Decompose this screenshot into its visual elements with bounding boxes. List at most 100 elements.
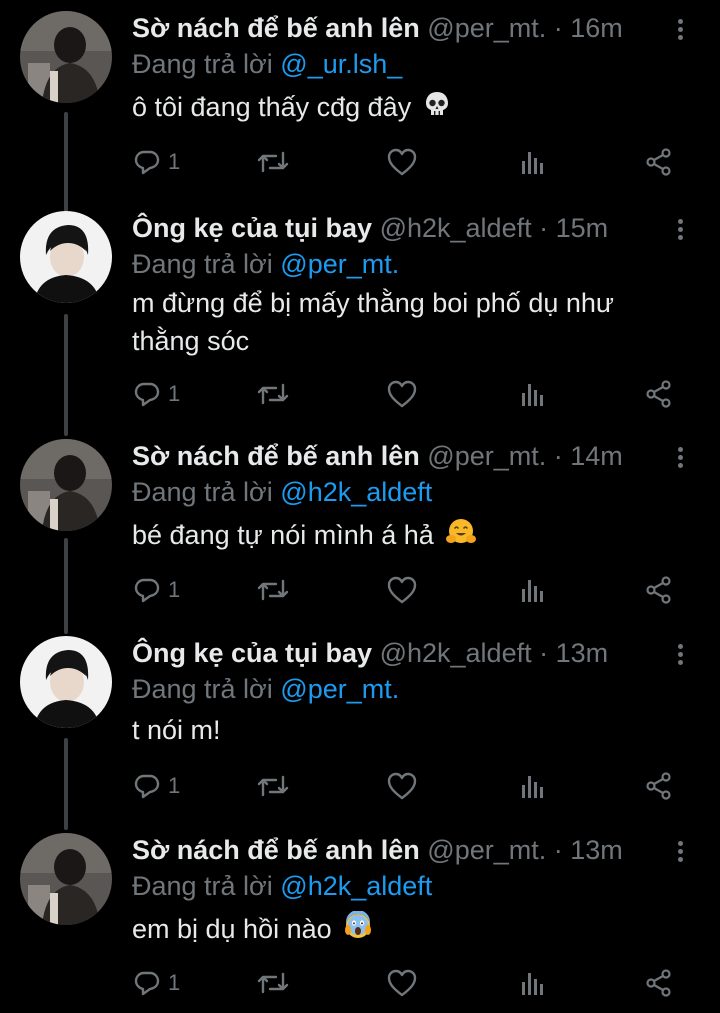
replying-prefix: Đang trả lời — [132, 49, 273, 79]
share-icon — [646, 576, 671, 604]
display-name[interactable]: Sờ nách để bế anh lên — [132, 835, 420, 865]
views-icon — [522, 152, 543, 174]
tweet[interactable]: Sờ nách để bế anh lên @per_mt. · 16m Đan… — [0, 0, 720, 205]
tweet-text-content: em bị dụ hồi nào — [132, 914, 332, 944]
share-icon — [646, 969, 671, 997]
tweet-text-content: m đừng để bị mấy thằng boi phố dụ như th… — [132, 288, 614, 356]
replying-to: Đang trả lời @per_mt. — [132, 246, 399, 282]
retweet-icon — [257, 579, 289, 601]
mention-link[interactable]: @h2k_aldeft — [280, 871, 432, 901]
tweet-actions: 1 — [132, 963, 692, 1003]
user-handle[interactable]: @per_mt. — [427, 835, 546, 865]
tweet-header: Sờ nách để bế anh lên @per_mt. · 14m — [132, 438, 662, 474]
reply-button[interactable]: 1 — [132, 570, 180, 610]
like-icon — [387, 576, 417, 604]
user-handle[interactable]: @h2k_aldeft — [380, 213, 532, 243]
tweet-text: ô tôi đang thấy cđg đây — [132, 88, 692, 128]
mention-link[interactable]: @_ur.lsh_ — [280, 49, 402, 79]
display-name[interactable]: Sờ nách để bế anh lên — [132, 13, 420, 43]
display-name[interactable]: Ông kẹ của tụi bay — [132, 638, 372, 668]
share-button[interactable] — [644, 142, 674, 182]
like-button[interactable] — [386, 963, 418, 1003]
tweet[interactable]: Sờ nách để bế anh lên @per_mt. · 14m Đan… — [0, 428, 720, 628]
avatar[interactable] — [20, 636, 112, 728]
display-name[interactable]: Ông kẹ của tụi bay — [132, 213, 372, 243]
reply-button[interactable]: 1 — [132, 963, 180, 1003]
views-button[interactable] — [518, 766, 546, 806]
views-button[interactable] — [518, 570, 546, 610]
display-name[interactable]: Sờ nách để bế anh lên — [132, 441, 420, 471]
tweet-text-content: bé đang tự nói mình á hả — [132, 520, 434, 550]
timestamp[interactable]: 13m — [556, 638, 609, 668]
more-options-icon[interactable] — [668, 444, 692, 474]
retweet-button[interactable] — [256, 963, 290, 1003]
tweet-actions: 1 — [132, 570, 692, 610]
tweet[interactable]: Ông kẹ của tụi bay @h2k_aldeft · 15m Đan… — [0, 200, 720, 430]
tweet-actions: 1 — [132, 142, 692, 182]
retweet-icon — [257, 383, 289, 405]
retweet-button[interactable] — [256, 766, 290, 806]
like-button[interactable] — [386, 374, 418, 414]
tweet[interactable]: Ông kẹ của tụi bay @h2k_aldeft · 13m Đan… — [0, 625, 720, 825]
share-button[interactable] — [644, 570, 674, 610]
user-handle[interactable]: @h2k_aldeft — [380, 638, 532, 668]
reply-count: 1 — [168, 773, 181, 798]
replying-prefix: Đang trả lời — [132, 674, 273, 704]
like-button[interactable] — [386, 570, 418, 610]
user-handle[interactable]: @per_mt. — [427, 13, 546, 43]
like-icon — [387, 148, 417, 176]
mention-link[interactable]: @h2k_aldeft — [280, 477, 432, 507]
like-button[interactable] — [386, 142, 418, 182]
reply-icon — [134, 774, 160, 799]
replying-to: Đang trả lời @h2k_aldeft — [132, 474, 432, 510]
reply-button[interactable]: 1 — [132, 766, 180, 806]
more-options-icon[interactable] — [668, 216, 692, 246]
replying-prefix: Đang trả lời — [132, 477, 273, 507]
reply-button[interactable]: 1 — [132, 374, 180, 414]
retweet-button[interactable] — [256, 570, 290, 610]
views-button[interactable] — [518, 374, 546, 414]
timestamp[interactable]: 13m — [570, 835, 623, 865]
tweet-actions: 1 — [132, 374, 692, 414]
mention-link[interactable]: @per_mt. — [280, 249, 399, 279]
tweet-text: em bị dụ hồi nào — [132, 909, 692, 951]
views-icon — [522, 580, 543, 602]
reply-button[interactable]: 1 — [132, 142, 180, 182]
timestamp[interactable]: 15m — [556, 213, 609, 243]
retweet-button[interactable] — [256, 142, 290, 182]
timestamp[interactable]: 14m — [570, 441, 623, 471]
reply-icon — [134, 971, 160, 996]
share-button[interactable] — [644, 374, 674, 414]
tweet-header: Sờ nách để bế anh lên @per_mt. · 13m — [132, 832, 662, 868]
views-button[interactable] — [518, 963, 546, 1003]
mention-link[interactable]: @per_mt. — [280, 674, 399, 704]
tweet-actions: 1 — [132, 766, 692, 806]
user-handle[interactable]: @per_mt. — [427, 441, 546, 471]
reply-count: 1 — [168, 577, 181, 602]
more-options-icon[interactable] — [668, 838, 692, 868]
avatar[interactable] — [20, 833, 112, 925]
retweet-button[interactable] — [256, 374, 290, 414]
separator-dot: · — [539, 213, 549, 243]
hugging-face-emoji — [445, 517, 477, 557]
more-options-icon[interactable] — [668, 641, 692, 671]
avatar[interactable] — [20, 11, 112, 103]
views-button[interactable] — [518, 142, 546, 182]
share-icon — [646, 380, 671, 408]
avatar[interactable] — [20, 211, 112, 303]
views-icon — [522, 384, 543, 406]
like-button[interactable] — [386, 766, 418, 806]
tweet[interactable]: Sờ nách để bế anh lên @per_mt. · 13m Đan… — [0, 822, 720, 1013]
share-button[interactable] — [644, 766, 674, 806]
tweet-text-content: ô tôi đang thấy cđg đây — [132, 92, 412, 122]
avatar[interactable] — [20, 439, 112, 531]
views-icon — [522, 973, 543, 995]
share-button[interactable] — [644, 963, 674, 1003]
timestamp[interactable]: 16m — [570, 13, 623, 43]
views-icon — [522, 776, 543, 798]
separator-dot: · — [539, 638, 549, 668]
tweet-text: t nói m! — [132, 711, 692, 749]
reply-count: 1 — [168, 381, 181, 406]
more-options-icon[interactable] — [668, 16, 692, 46]
reply-icon — [134, 150, 160, 175]
